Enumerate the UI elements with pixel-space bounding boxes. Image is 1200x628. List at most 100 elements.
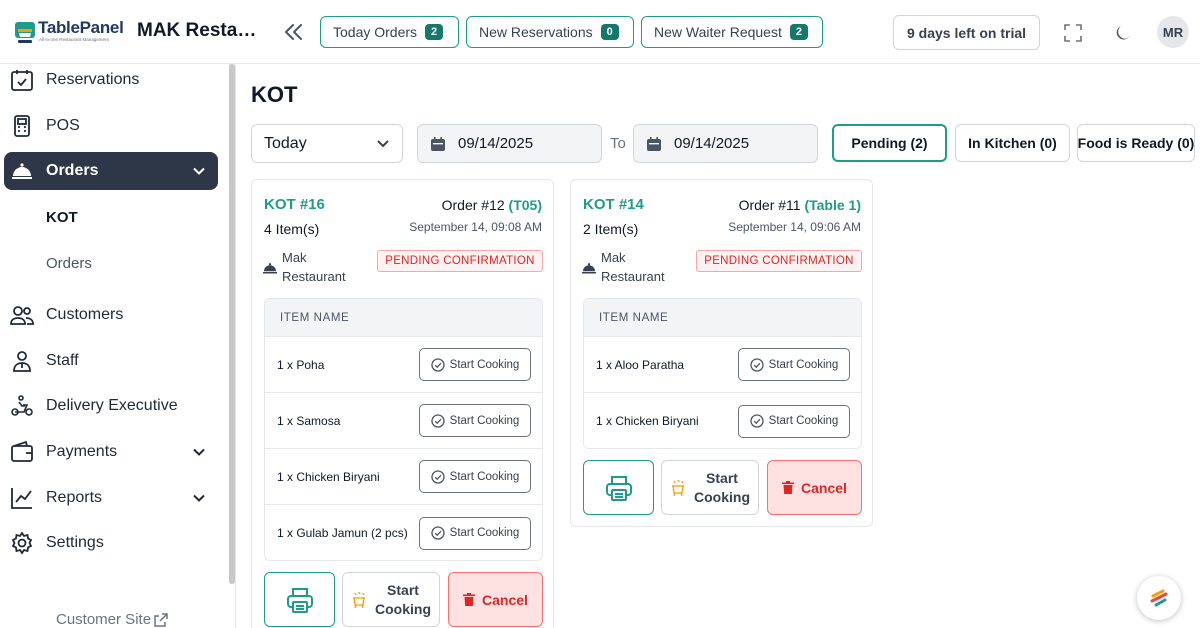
new-reservations-button[interactable]: New Reservations 0 (466, 16, 634, 48)
start-cooking-line: Cooking (375, 600, 431, 617)
item-name: 1 x Samosa (277, 413, 341, 428)
sidebar-item-label: Customers (46, 306, 124, 323)
start-cooking-all-button[interactable]: Start Cooking (342, 572, 440, 627)
date-from-input[interactable]: 09/14/2025 (417, 124, 602, 163)
logo-icon (15, 22, 35, 43)
sidebar-item-delivery-executive[interactable]: Delivery Executive (10, 387, 218, 425)
order-time: September 14, 09:06 AM (728, 220, 861, 234)
sidebar-item-staff[interactable]: Staff (10, 342, 218, 380)
date-to-input[interactable]: 09/14/2025 (633, 124, 818, 163)
pos-terminal-icon (14, 115, 30, 137)
moon-icon[interactable] (1113, 23, 1133, 43)
sidebar-item-label: Delivery Executive (46, 397, 178, 414)
start-cooking-button[interactable]: Start Cooking (419, 516, 531, 550)
sidebar-item-label: Settings (46, 534, 104, 551)
table-label: (Table 1) (804, 197, 861, 213)
date-from-value: 09/14/2025 (458, 135, 534, 152)
start-cooking-button[interactable]: Start Cooking (419, 460, 531, 493)
today-orders-button[interactable]: Today Orders 2 (320, 16, 459, 48)
top-header: TablePanel All-in-one Restaurant Managem… (0, 0, 1200, 64)
sidebar-item-pos[interactable]: POS (10, 107, 218, 145)
start-cooking-label: Start Cooking (449, 527, 520, 539)
collapse-sidebar-icon[interactable] (282, 20, 306, 44)
order-number-label: Order #12 (441, 197, 505, 213)
kot-items-table: ITEM NAME 1 x Aloo Paratha Start Cooking… (583, 298, 862, 449)
item-name: 1 x Chicken Biryani (596, 414, 699, 428)
sidebar-subitem-kot[interactable]: KOT (46, 209, 78, 226)
table-row: 1 x Samosa Start Cooking (265, 393, 542, 449)
filter-food-ready-button[interactable]: Food is Ready (0) (1077, 124, 1195, 162)
start-cooking-button[interactable]: Start Cooking (738, 404, 850, 438)
order-time: September 14, 09:08 AM (409, 220, 542, 234)
wallet-icon (11, 440, 33, 462)
fullscreen-icon[interactable] (1063, 23, 1083, 43)
start-cooking-label: Start Cooking (449, 414, 520, 427)
cancel-label: Cancel (482, 591, 528, 608)
start-cooking-all-button[interactable]: Start Cooking (661, 460, 759, 515)
new-waiter-request-button[interactable]: New Waiter Request 2 (641, 16, 823, 48)
restaurant-name-line: Restaurant (601, 269, 665, 284)
sidebar-item-customers[interactable]: Customers (10, 296, 218, 334)
item-name: 1 x Gulab Jamun (2 pcs) (277, 526, 408, 540)
item-name: 1 x Chicken Biryani (277, 469, 380, 484)
trial-status-button[interactable]: 9 days left on trial (893, 15, 1040, 50)
sidebar-item-payments[interactable]: Payments (10, 433, 218, 471)
sidebar-subitem-orders[interactable]: Orders (46, 255, 92, 272)
external-link-icon (154, 612, 168, 627)
period-select[interactable]: Today (251, 124, 403, 163)
logo[interactable]: TablePanel All-in-one Restaurant Managem… (14, 18, 126, 48)
status-badge: PENDING CONFIRMATION (696, 250, 862, 272)
calendar-icon (647, 136, 661, 151)
table-row: 1 x Chicken Biryani Start Cooking (584, 393, 861, 448)
users-icon (10, 306, 34, 325)
sidebar-scrollbar[interactable] (229, 64, 235, 584)
check-circle-icon (431, 469, 445, 484)
restaurant-name-line: Mak (282, 250, 307, 265)
restaurant-name-line: Restaurant (282, 269, 346, 284)
start-cooking-label: Start Cooking (449, 358, 520, 371)
sidebar-item-settings[interactable]: Settings (10, 524, 218, 562)
date-to-value: 09/14/2025 (674, 135, 750, 152)
chevron-down-icon (377, 140, 389, 148)
customer-site-link[interactable]: Customer Site (56, 611, 169, 628)
start-cooking-button[interactable]: Start Cooking (419, 348, 531, 381)
check-circle-icon (431, 413, 445, 428)
cloche-icon (263, 263, 277, 274)
restaurant-label: Mak Restaurant (601, 248, 665, 286)
gear-icon (11, 531, 33, 555)
chevron-down-icon (193, 494, 205, 502)
start-cooking-line: Start (706, 469, 738, 486)
print-kot-button[interactable] (264, 572, 335, 627)
printer-icon (286, 587, 313, 613)
start-cooking-button[interactable]: Start Cooking (419, 404, 531, 437)
chat-widget-button[interactable] (1137, 576, 1181, 620)
sidebar-item-label: Reservations (46, 71, 140, 88)
chevron-down-icon (193, 448, 205, 456)
trash-icon (782, 481, 795, 494)
start-cooking-button[interactable]: Start Cooking (738, 348, 850, 381)
sidebar-item-label: Payments (46, 443, 118, 460)
status-badge: PENDING CONFIRMATION (377, 250, 543, 272)
kot-number: KOT #14 (583, 196, 644, 213)
sidebar-item-reports[interactable]: Reports (10, 479, 218, 517)
cloche-icon (582, 263, 596, 274)
filter-in-kitchen-button[interactable]: In Kitchen (0) (955, 124, 1070, 162)
kot-items-count: 4 Item(s) (264, 221, 320, 237)
item-name: 1 x Aloo Paratha (596, 357, 685, 372)
sidebar: Reservations POS Orders KOT Orders Custo… (0, 64, 236, 628)
logo-text: TablePanel (38, 18, 124, 37)
sidebar-item-reservations[interactable]: Reservations (10, 61, 218, 99)
avatar[interactable]: MR (1157, 16, 1189, 48)
cancel-kot-button[interactable]: Cancel (767, 460, 862, 515)
page-title: KOT (251, 82, 298, 107)
kot-card: KOT #16 4 Item(s) Order #12 (T05) Septem… (251, 179, 554, 628)
period-select-value: Today (264, 134, 307, 152)
calendar-icon (431, 136, 445, 151)
filter-pending-button[interactable]: Pending (2) (832, 124, 947, 162)
cancel-kot-button[interactable]: Cancel (448, 572, 543, 627)
sidebar-item-orders[interactable]: Orders (4, 152, 218, 190)
print-kot-button[interactable] (583, 460, 654, 515)
sidebar-item-label: Staff (46, 352, 79, 369)
chat-widget-icon (1150, 589, 1168, 607)
start-cooking-label: Start Cooking (449, 470, 520, 483)
